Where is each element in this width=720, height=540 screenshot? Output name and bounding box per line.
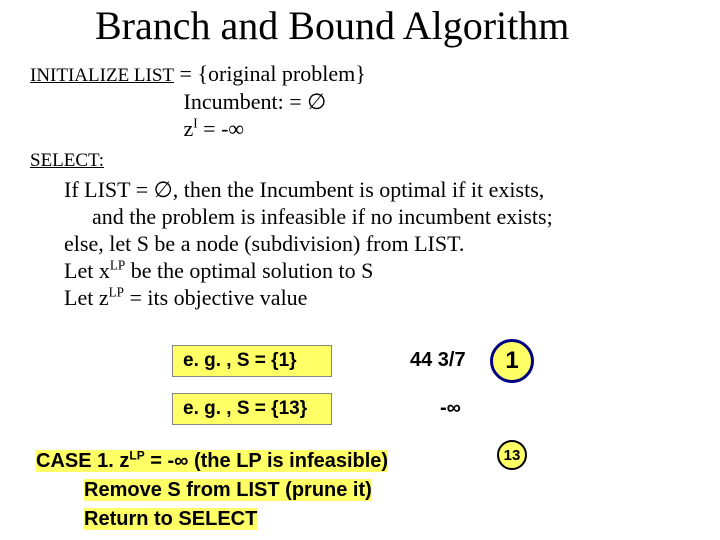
example-value: -∞ bbox=[440, 397, 461, 420]
select-label: SELECT: bbox=[30, 150, 104, 172]
let-z-rest: = its objective value bbox=[124, 285, 307, 310]
select-line2: and the problem is infeasible if no incu… bbox=[64, 204, 684, 231]
slide: Branch and Bound Algorithm INITIALIZE LI… bbox=[0, 0, 720, 540]
case1-block: CASE 1. zLP = -∞ (the LP is infeasible) … bbox=[36, 447, 686, 535]
z-value: = -∞ bbox=[198, 116, 244, 141]
select-line3: else, let S be a node (subdivision) from… bbox=[64, 231, 464, 256]
slide-title: Branch and Bound Algorithm bbox=[95, 2, 569, 49]
case1-line3: Return to SELECT bbox=[36, 506, 686, 533]
initialize-line1: = {original problem} bbox=[180, 61, 366, 86]
example-box: e. g. , S = {13} bbox=[172, 393, 332, 425]
initialize-line2: Incumbent: = ∅ bbox=[184, 89, 327, 114]
case1-line2: Remove S from LIST (prune it) bbox=[36, 477, 686, 504]
case1-line2-text: Remove S from LIST (prune it) bbox=[84, 479, 372, 501]
initialize-line3: zI = -∞ bbox=[184, 116, 245, 141]
z-var: z bbox=[184, 116, 194, 141]
let-z: Let z bbox=[64, 285, 109, 310]
z-superscript-lp: LP bbox=[109, 285, 124, 300]
select-line4: Let xLP be the optimal solution to S bbox=[64, 258, 373, 283]
node-circle: 1 bbox=[490, 339, 534, 383]
select-body: If LIST = ∅, then the Incumbent is optim… bbox=[64, 177, 684, 312]
case1-sup: LP bbox=[129, 448, 144, 462]
initialize-block: INITIALIZE LIST = {original problem} Inc… bbox=[30, 60, 366, 143]
node-label: 1 bbox=[505, 347, 518, 375]
case1-post: = -∞ (the LP is infeasible) bbox=[145, 450, 388, 472]
initialize-label: INITIALIZE LIST bbox=[30, 65, 174, 86]
let-x: Let x bbox=[64, 258, 110, 283]
x-superscript-lp: LP bbox=[110, 257, 125, 272]
case1-heading: CASE 1. zLP = -∞ (the LP is infeasible) bbox=[36, 447, 686, 475]
let-x-rest: be the optimal solution to S bbox=[125, 258, 373, 283]
select-line1: If LIST = ∅, then the Incumbent is optim… bbox=[64, 177, 544, 202]
case1-line3-text: Return to SELECT bbox=[84, 508, 257, 530]
example-box: e. g. , S = {1} bbox=[172, 345, 332, 377]
example-value: 44 3/7 bbox=[410, 349, 466, 372]
select-line5: Let zLP = its objective value bbox=[64, 285, 307, 310]
case1-pre: CASE 1. z bbox=[36, 450, 129, 472]
